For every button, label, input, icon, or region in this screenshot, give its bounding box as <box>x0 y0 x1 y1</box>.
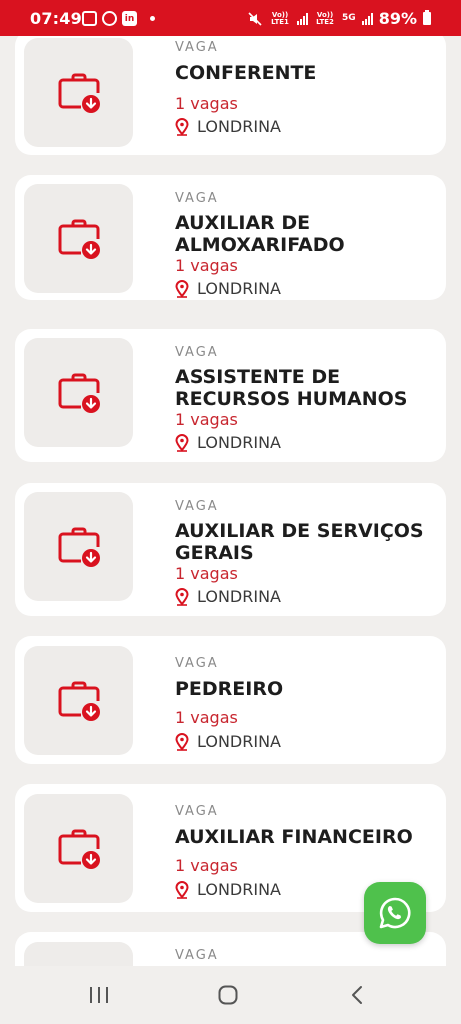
job-thumbnail <box>24 942 133 966</box>
job-title: AUXILIAR FINANCEIRO <box>175 826 413 848</box>
battery-icon <box>423 10 431 25</box>
job-openings: 1 vagas <box>175 410 238 429</box>
whatsapp-icon <box>379 897 411 929</box>
dot-icon <box>150 16 155 21</box>
whatsapp-notification-icon <box>102 11 117 26</box>
job-location-label: LONDRINA <box>197 117 281 136</box>
gallery-icon <box>82 11 97 26</box>
recent-apps-icon[interactable] <box>88 984 110 1006</box>
job-title: AUXILIAR DE SERVIÇOS GERAIS <box>175 520 424 564</box>
job-tag: VAGA <box>175 40 219 55</box>
job-location-label: LONDRINA <box>197 587 281 606</box>
briefcase-download-icon <box>58 219 100 259</box>
briefcase-download-icon <box>58 373 100 413</box>
signal-icon-2 <box>361 12 373 25</box>
job-openings: 1 vagas <box>175 256 238 275</box>
job-title: ASSISTENTE DE RECURSOS HUMANOS <box>175 366 408 410</box>
home-icon[interactable] <box>217 984 239 1006</box>
briefcase-download-icon <box>58 527 100 567</box>
location-pin-icon <box>175 587 189 606</box>
job-location: LONDRINA <box>175 279 281 298</box>
battery-level: 89% <box>378 9 417 28</box>
job-location: LONDRINA <box>175 880 281 899</box>
sim2-label: Vo)) LTE2 <box>316 10 334 26</box>
job-tag: VAGA <box>175 948 219 963</box>
notification-icons: in <box>82 11 155 26</box>
job-location: LONDRINA <box>175 732 281 751</box>
briefcase-download-icon <box>58 681 100 721</box>
job-location: LONDRINA <box>175 587 281 606</box>
location-pin-icon <box>175 732 189 751</box>
job-tag: VAGA <box>175 656 219 671</box>
job-openings: 1 vagas <box>175 94 238 113</box>
whatsapp-button[interactable] <box>364 882 426 944</box>
job-card[interactable]: VAGA AUXILIAR DE ALMOXARIFADO 1 vagas LO… <box>15 175 446 300</box>
job-tag: VAGA <box>175 345 219 360</box>
job-card[interactable]: VAGA ASSISTENTE DE RECURSOS HUMANOS 1 va… <box>15 329 446 462</box>
status-bar: 07:49 in Vo)) LTE1 Vo)) LTE2 5G 89% <box>0 0 461 36</box>
job-location: LONDRINA <box>175 117 281 136</box>
job-openings: 1 vagas <box>175 564 238 583</box>
job-card[interactable]: VAGA AUXILIAR DE SERVIÇOS GERAIS 1 vagas… <box>15 483 446 616</box>
location-pin-icon <box>175 279 189 298</box>
system-indicators: Vo)) LTE1 Vo)) LTE2 5G 89% <box>247 9 431 28</box>
job-thumbnail <box>24 492 133 601</box>
job-card[interactable]: VAGA PEDREIRO 1 vagas LONDRINA <box>15 636 446 764</box>
signal-icon <box>297 12 309 25</box>
job-location-label: LONDRINA <box>197 433 281 452</box>
job-list[interactable]: VAGA CONFERENTE 1 vagas LONDRINA VAGA AU… <box>0 36 461 966</box>
job-openings: 1 vagas <box>175 708 238 727</box>
job-tag: VAGA <box>175 499 219 514</box>
job-thumbnail <box>24 38 133 147</box>
back-icon[interactable] <box>346 984 368 1006</box>
job-location-label: LONDRINA <box>197 880 281 899</box>
location-pin-icon <box>175 880 189 899</box>
job-thumbnail <box>24 794 133 903</box>
mute-icon <box>248 11 262 26</box>
job-title: AUXILIAR DE ALMOXARIFADO <box>175 212 345 256</box>
job-tag: VAGA <box>175 804 219 819</box>
location-pin-icon <box>175 117 189 136</box>
job-location-label: LONDRINA <box>197 279 281 298</box>
briefcase-download-icon <box>58 73 100 113</box>
system-navigation-bar <box>0 966 461 1024</box>
job-thumbnail <box>24 338 133 447</box>
job-location: LONDRINA <box>175 433 281 452</box>
status-time: 07:49 <box>30 9 82 28</box>
job-openings: 1 vagas <box>175 856 238 875</box>
job-thumbnail <box>24 184 133 293</box>
job-card[interactable]: VAGA CONFERENTE 1 vagas LONDRINA <box>15 36 446 155</box>
linkedin-icon: in <box>122 11 137 26</box>
job-location-label: LONDRINA <box>197 732 281 751</box>
job-title: PEDREIRO <box>175 678 284 700</box>
location-pin-icon <box>175 433 189 452</box>
job-title: CONFERENTE <box>175 62 317 84</box>
briefcase-download-icon <box>58 829 100 869</box>
sim1-label: Vo)) LTE1 <box>271 10 289 26</box>
network-label: 5G <box>342 13 356 23</box>
job-thumbnail <box>24 646 133 755</box>
job-tag: VAGA <box>175 191 219 206</box>
